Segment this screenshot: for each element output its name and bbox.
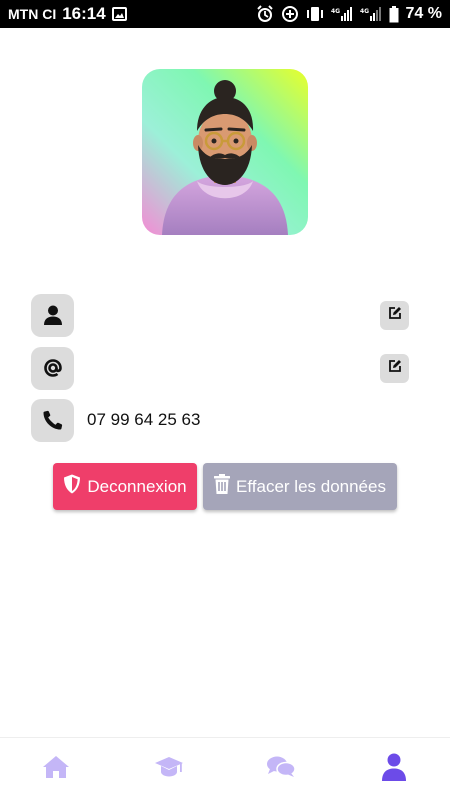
signal-icon: 4G xyxy=(360,6,382,22)
home-icon xyxy=(42,755,70,784)
avatar[interactable] xyxy=(142,69,308,235)
nav-profile[interactable] xyxy=(364,744,424,794)
chat-icon xyxy=(266,755,296,784)
graduation-cap-icon xyxy=(154,755,184,784)
svg-text:4G: 4G xyxy=(360,8,369,15)
nav-messages[interactable] xyxy=(251,744,311,794)
email-row xyxy=(31,346,409,390)
clear-data-button[interactable]: Effacer les données xyxy=(203,463,397,510)
nav-home[interactable] xyxy=(26,744,86,794)
bottom-nav xyxy=(0,737,450,800)
edit-icon xyxy=(388,359,402,378)
at-icon xyxy=(31,346,74,390)
battery-level: 74 % xyxy=(405,5,442,22)
battery-icon xyxy=(389,5,399,23)
carrier-label: MTN CI xyxy=(8,6,57,22)
profile-phone: 07 99 64 25 63 xyxy=(87,410,201,429)
trash-icon xyxy=(214,474,231,499)
phone-row: 07 99 64 25 63 xyxy=(31,398,409,442)
phone-icon xyxy=(31,398,74,442)
clock: 16:14 xyxy=(62,4,106,23)
logout-label: Deconnexion xyxy=(87,476,187,496)
edit-icon xyxy=(388,306,402,325)
edit-name-button[interactable] xyxy=(380,300,409,330)
clear-data-label: Effacer les données xyxy=(236,476,386,496)
image-icon xyxy=(111,7,127,21)
name-row xyxy=(31,293,409,337)
svg-text:4G: 4G xyxy=(331,8,340,15)
vibrate-icon xyxy=(306,6,324,22)
data-saver-icon xyxy=(281,5,299,23)
nav-courses[interactable] xyxy=(139,744,199,794)
signal-4g-icon: 4G xyxy=(331,6,353,22)
user-icon xyxy=(381,753,406,786)
shield-icon xyxy=(63,474,81,499)
status-bar: MTN CI 16:14 4G 4G 74 % xyxy=(0,0,450,28)
alarm-icon xyxy=(256,5,274,23)
user-icon xyxy=(31,293,74,337)
logout-button[interactable]: Deconnexion xyxy=(53,463,197,510)
edit-email-button[interactable] xyxy=(380,353,409,383)
